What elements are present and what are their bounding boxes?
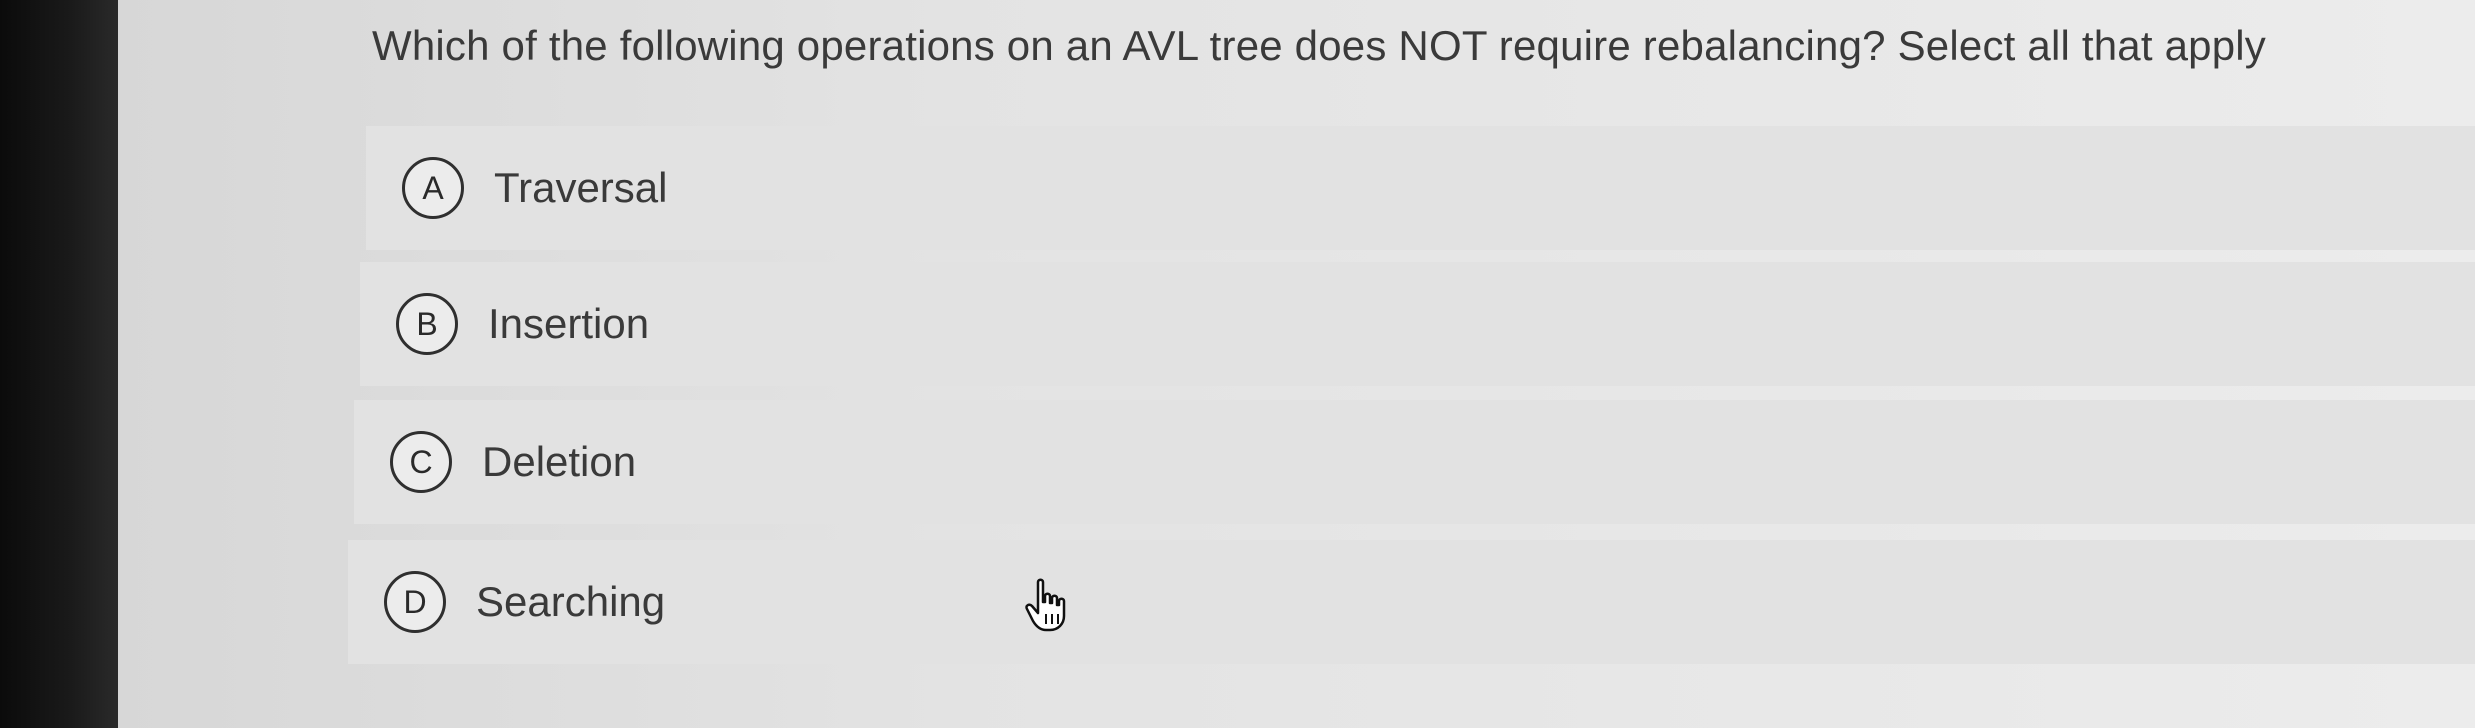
option-letter-d: D	[384, 571, 446, 633]
option-c[interactable]: C Deletion	[354, 400, 2475, 524]
option-letter-a: A	[402, 157, 464, 219]
option-letter-b: B	[396, 293, 458, 355]
option-d[interactable]: D Searching	[348, 540, 2475, 664]
monitor-bezel	[0, 0, 118, 728]
option-label-a: Traversal	[494, 164, 668, 211]
hand-pointer-icon	[1025, 578, 1066, 632]
option-label-c: Deletion	[482, 438, 637, 485]
question-text: Which of the following operations on an …	[372, 22, 2267, 69]
option-letter-c: C	[390, 431, 452, 493]
option-label-d: Searching	[476, 578, 666, 625]
option-b[interactable]: B Insertion	[360, 262, 2475, 386]
option-a[interactable]: A Traversal	[366, 126, 2475, 250]
option-label-b: Insertion	[488, 300, 650, 347]
